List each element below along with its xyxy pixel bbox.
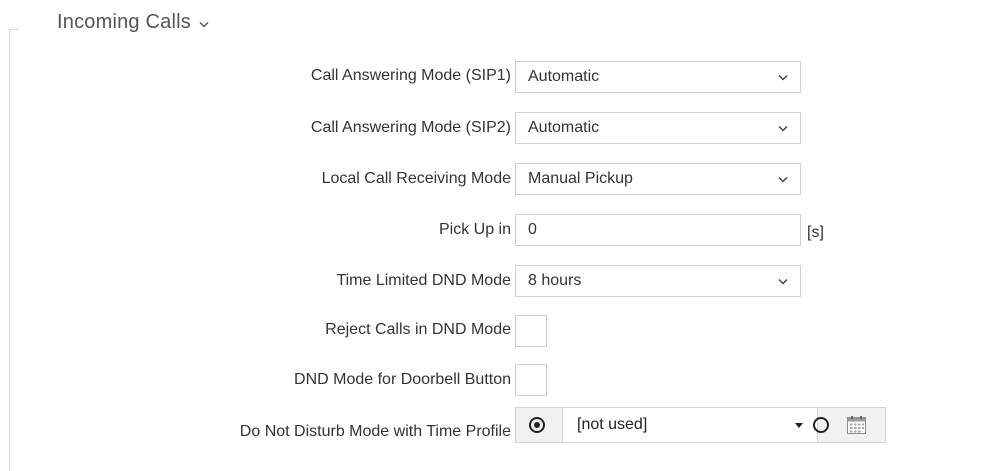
call-answering-sip2-select[interactable]: Automatic: [515, 112, 801, 144]
chevron-down-icon: [778, 176, 788, 183]
time-profile-value: [not used]: [577, 416, 648, 433]
call-answering-sip2-label: Call Answering Mode (SIP2): [310, 119, 511, 136]
time-profile-select[interactable]: [not used]: [562, 407, 818, 443]
local-call-receiving-value: Manual Pickup: [528, 170, 633, 187]
time-profile-radio[interactable]: [529, 417, 545, 433]
time-limited-dnd-select[interactable]: 8 hours: [515, 265, 801, 297]
pick-up-in-label: Pick Up in: [438, 221, 511, 238]
call-answering-sip1-value: Automatic: [528, 68, 600, 85]
section-bracket: [9, 29, 19, 471]
manual-schedule-radio[interactable]: [813, 417, 829, 433]
local-call-receiving-label: Local Call Receiving Mode: [321, 170, 511, 187]
section-header-incoming-calls[interactable]: Incoming Calls: [57, 6, 209, 38]
dnd-time-profile-label: Do Not Disturb Mode with Time Profile: [239, 423, 511, 440]
pick-up-in-unit: [s]: [807, 224, 824, 241]
chevron-down-icon: [778, 74, 788, 81]
time-limited-dnd-label: Time Limited DND Mode: [336, 272, 511, 289]
pick-up-in-input[interactable]: [515, 214, 801, 246]
chevron-down-icon: [778, 125, 788, 132]
chevron-down-icon: [778, 278, 788, 285]
dnd-time-profile-group: [not used]: [515, 407, 886, 443]
reject-calls-dnd-label: Reject Calls in DND Mode: [325, 321, 511, 338]
call-answering-sip2-value: Automatic: [528, 119, 600, 136]
caret-down-icon: [795, 422, 803, 428]
calendar-icon[interactable]: [847, 416, 866, 434]
call-answering-sip1-select[interactable]: Automatic: [515, 61, 801, 93]
section-title: Incoming Calls: [57, 10, 191, 33]
dnd-doorbell-checkbox[interactable]: [515, 364, 547, 396]
chevron-down-icon: [199, 21, 209, 28]
call-answering-sip1-label: Call Answering Mode (SIP1): [310, 67, 511, 84]
reject-calls-dnd-checkbox[interactable]: [515, 315, 547, 347]
local-call-receiving-select[interactable]: Manual Pickup: [515, 163, 801, 195]
time-limited-dnd-value: 8 hours: [528, 272, 582, 289]
dnd-doorbell-label: DND Mode for Doorbell Button: [294, 371, 511, 388]
